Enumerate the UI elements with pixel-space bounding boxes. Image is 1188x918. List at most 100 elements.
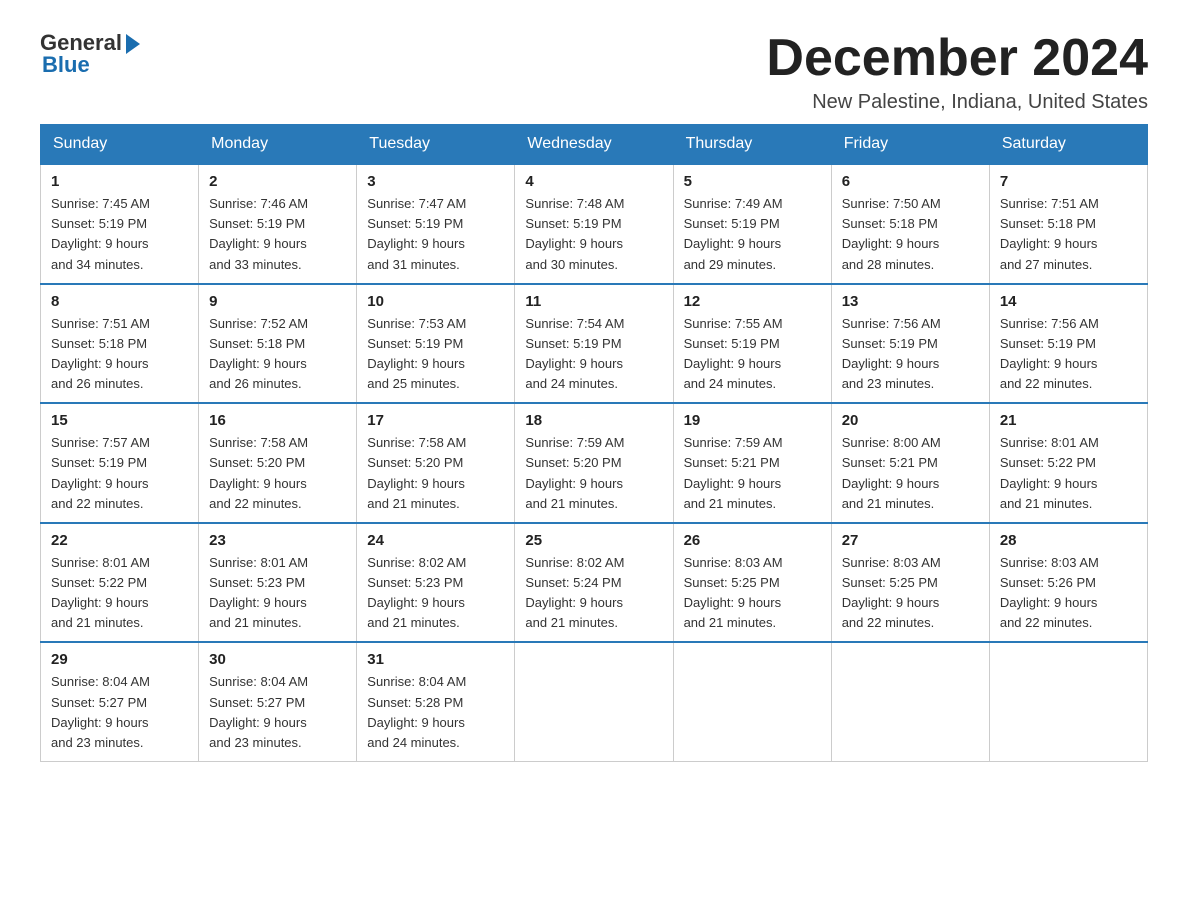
day-info: Sunrise: 8:04 AM Sunset: 5:27 PM Dayligh… [209,672,346,753]
day-info: Sunrise: 7:57 AM Sunset: 5:19 PM Dayligh… [51,433,188,514]
day-info: Sunrise: 7:48 AM Sunset: 5:19 PM Dayligh… [525,194,662,275]
calendar-cell: 25 Sunrise: 8:02 AM Sunset: 5:24 PM Dayl… [515,523,673,643]
logo-blue-text: Blue [42,52,90,78]
calendar-cell: 23 Sunrise: 8:01 AM Sunset: 5:23 PM Dayl… [199,523,357,643]
column-header-friday: Friday [831,125,989,165]
calendar-cell: 28 Sunrise: 8:03 AM Sunset: 5:26 PM Dayl… [989,523,1147,643]
day-number: 15 [51,412,188,429]
calendar-cell: 13 Sunrise: 7:56 AM Sunset: 5:19 PM Dayl… [831,284,989,404]
day-number: 18 [525,412,662,429]
calendar-cell: 8 Sunrise: 7:51 AM Sunset: 5:18 PM Dayli… [41,284,199,404]
location-subtitle: New Palestine, Indiana, United States [766,91,1148,114]
day-info: Sunrise: 7:52 AM Sunset: 5:18 PM Dayligh… [209,314,346,395]
calendar-cell: 20 Sunrise: 8:00 AM Sunset: 5:21 PM Dayl… [831,403,989,523]
day-info: Sunrise: 7:58 AM Sunset: 5:20 PM Dayligh… [209,433,346,514]
calendar-cell: 5 Sunrise: 7:49 AM Sunset: 5:19 PM Dayli… [673,164,831,284]
page-header: General Blue December 2024 New Palestine… [40,30,1148,114]
day-info: Sunrise: 8:04 AM Sunset: 5:28 PM Dayligh… [367,672,504,753]
day-number: 25 [525,532,662,549]
day-info: Sunrise: 8:03 AM Sunset: 5:26 PM Dayligh… [1000,553,1137,634]
day-number: 16 [209,412,346,429]
day-number: 10 [367,293,504,310]
calendar-cell: 15 Sunrise: 7:57 AM Sunset: 5:19 PM Dayl… [41,403,199,523]
calendar-week-row: 8 Sunrise: 7:51 AM Sunset: 5:18 PM Dayli… [41,284,1148,404]
day-number: 19 [684,412,821,429]
day-info: Sunrise: 7:46 AM Sunset: 5:19 PM Dayligh… [209,194,346,275]
calendar-week-row: 22 Sunrise: 8:01 AM Sunset: 5:22 PM Dayl… [41,523,1148,643]
day-info: Sunrise: 7:59 AM Sunset: 5:21 PM Dayligh… [684,433,821,514]
day-number: 28 [1000,532,1137,549]
day-info: Sunrise: 8:03 AM Sunset: 5:25 PM Dayligh… [842,553,979,634]
calendar-cell: 16 Sunrise: 7:58 AM Sunset: 5:20 PM Dayl… [199,403,357,523]
calendar-cell [989,642,1147,761]
calendar-week-row: 29 Sunrise: 8:04 AM Sunset: 5:27 PM Dayl… [41,642,1148,761]
calendar-cell: 6 Sunrise: 7:50 AM Sunset: 5:18 PM Dayli… [831,164,989,284]
day-number: 30 [209,651,346,668]
day-number: 9 [209,293,346,310]
day-number: 12 [684,293,821,310]
day-info: Sunrise: 7:56 AM Sunset: 5:19 PM Dayligh… [842,314,979,395]
day-info: Sunrise: 7:56 AM Sunset: 5:19 PM Dayligh… [1000,314,1137,395]
day-info: Sunrise: 7:55 AM Sunset: 5:19 PM Dayligh… [684,314,821,395]
column-header-sunday: Sunday [41,125,199,165]
calendar-cell: 7 Sunrise: 7:51 AM Sunset: 5:18 PM Dayli… [989,164,1147,284]
day-number: 5 [684,173,821,190]
day-info: Sunrise: 8:03 AM Sunset: 5:25 PM Dayligh… [684,553,821,634]
calendar-cell [831,642,989,761]
day-number: 13 [842,293,979,310]
calendar-cell: 30 Sunrise: 8:04 AM Sunset: 5:27 PM Dayl… [199,642,357,761]
calendar-cell: 14 Sunrise: 7:56 AM Sunset: 5:19 PM Dayl… [989,284,1147,404]
calendar-cell: 21 Sunrise: 8:01 AM Sunset: 5:22 PM Dayl… [989,403,1147,523]
day-number: 1 [51,173,188,190]
calendar-cell: 11 Sunrise: 7:54 AM Sunset: 5:19 PM Dayl… [515,284,673,404]
day-number: 8 [51,293,188,310]
calendar-cell: 9 Sunrise: 7:52 AM Sunset: 5:18 PM Dayli… [199,284,357,404]
calendar-cell: 3 Sunrise: 7:47 AM Sunset: 5:19 PM Dayli… [357,164,515,284]
day-number: 27 [842,532,979,549]
day-info: Sunrise: 7:47 AM Sunset: 5:19 PM Dayligh… [367,194,504,275]
calendar-week-row: 15 Sunrise: 7:57 AM Sunset: 5:19 PM Dayl… [41,403,1148,523]
month-title: December 2024 [766,30,1148,87]
day-number: 29 [51,651,188,668]
day-info: Sunrise: 7:54 AM Sunset: 5:19 PM Dayligh… [525,314,662,395]
logo-arrow-icon [126,34,140,54]
day-info: Sunrise: 7:49 AM Sunset: 5:19 PM Dayligh… [684,194,821,275]
calendar-cell: 18 Sunrise: 7:59 AM Sunset: 5:20 PM Dayl… [515,403,673,523]
calendar-cell: 24 Sunrise: 8:02 AM Sunset: 5:23 PM Dayl… [357,523,515,643]
calendar-table: SundayMondayTuesdayWednesdayThursdayFrid… [40,124,1148,762]
day-number: 7 [1000,173,1137,190]
day-info: Sunrise: 8:02 AM Sunset: 5:23 PM Dayligh… [367,553,504,634]
day-number: 2 [209,173,346,190]
calendar-cell: 27 Sunrise: 8:03 AM Sunset: 5:25 PM Dayl… [831,523,989,643]
day-number: 21 [1000,412,1137,429]
day-info: Sunrise: 7:51 AM Sunset: 5:18 PM Dayligh… [1000,194,1137,275]
day-number: 26 [684,532,821,549]
day-info: Sunrise: 8:01 AM Sunset: 5:22 PM Dayligh… [51,553,188,634]
day-number: 4 [525,173,662,190]
day-info: Sunrise: 8:04 AM Sunset: 5:27 PM Dayligh… [51,672,188,753]
day-number: 20 [842,412,979,429]
day-info: Sunrise: 8:02 AM Sunset: 5:24 PM Dayligh… [525,553,662,634]
day-info: Sunrise: 8:00 AM Sunset: 5:21 PM Dayligh… [842,433,979,514]
calendar-cell: 29 Sunrise: 8:04 AM Sunset: 5:27 PM Dayl… [41,642,199,761]
logo: General Blue [40,30,140,78]
calendar-cell: 17 Sunrise: 7:58 AM Sunset: 5:20 PM Dayl… [357,403,515,523]
day-number: 24 [367,532,504,549]
calendar-cell: 4 Sunrise: 7:48 AM Sunset: 5:19 PM Dayli… [515,164,673,284]
column-header-monday: Monday [199,125,357,165]
title-section: December 2024 New Palestine, Indiana, Un… [766,30,1148,114]
calendar-cell [515,642,673,761]
column-header-saturday: Saturday [989,125,1147,165]
calendar-cell: 12 Sunrise: 7:55 AM Sunset: 5:19 PM Dayl… [673,284,831,404]
day-info: Sunrise: 7:59 AM Sunset: 5:20 PM Dayligh… [525,433,662,514]
day-number: 3 [367,173,504,190]
calendar-cell: 31 Sunrise: 8:04 AM Sunset: 5:28 PM Dayl… [357,642,515,761]
column-header-tuesday: Tuesday [357,125,515,165]
day-info: Sunrise: 8:01 AM Sunset: 5:22 PM Dayligh… [1000,433,1137,514]
day-info: Sunrise: 7:50 AM Sunset: 5:18 PM Dayligh… [842,194,979,275]
calendar-cell: 26 Sunrise: 8:03 AM Sunset: 5:25 PM Dayl… [673,523,831,643]
column-header-thursday: Thursday [673,125,831,165]
column-header-wednesday: Wednesday [515,125,673,165]
day-number: 17 [367,412,504,429]
calendar-cell: 2 Sunrise: 7:46 AM Sunset: 5:19 PM Dayli… [199,164,357,284]
